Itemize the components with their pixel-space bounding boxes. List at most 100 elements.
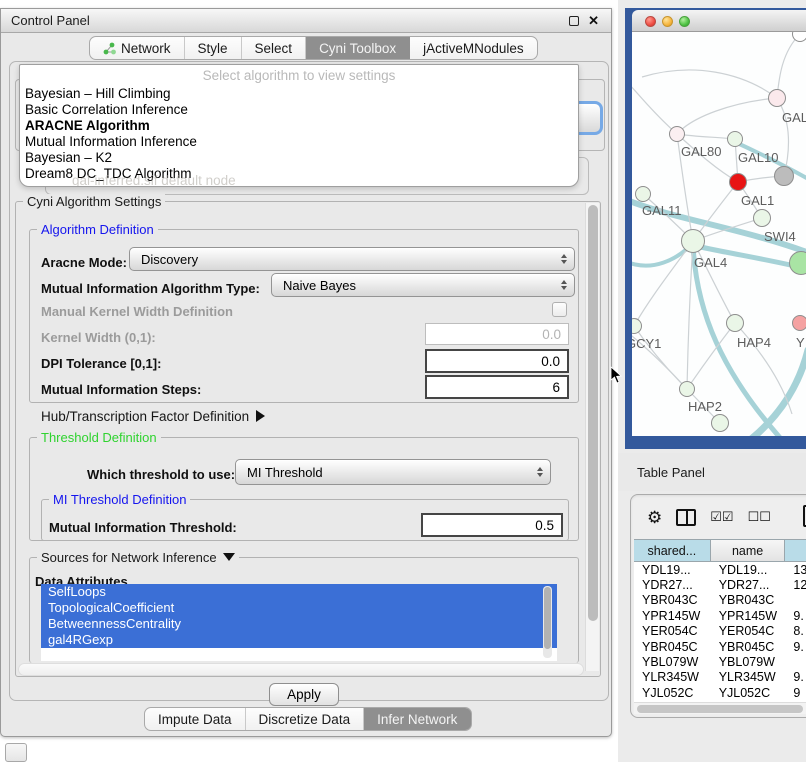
table-row[interactable]: YLR345WYLR345W9. (634, 670, 806, 685)
control-panel-titlebar: Control Panel ✕ (1, 9, 611, 33)
hub-definition-disclosure[interactable]: Hub/Transcription Factor Definition (41, 409, 265, 424)
mi-type-label: Mutual Information Algorithm Type: (41, 281, 260, 296)
dropdown-item[interactable]: Basic Correlation Inference (20, 102, 578, 118)
checked-boxes-icon[interactable]: ☑☑ (710, 509, 733, 525)
table-row[interactable]: YBR045CYBR045C9. (634, 639, 806, 654)
table-panel-title: Table Panel (637, 465, 705, 480)
node-label: GAL80 (681, 144, 721, 159)
table-cell: YDR27... (711, 577, 786, 592)
network-node-gal11[interactable] (635, 186, 651, 202)
dropdown-item[interactable]: ARACNE Algorithm (20, 118, 578, 134)
mi-steps-field[interactable]: 6 (425, 375, 569, 399)
dropdown-item[interactable]: Bayesian – Hill Climbing (20, 86, 578, 102)
tab-style[interactable]: Style (185, 37, 242, 59)
apply-button[interactable]: Apply (269, 683, 339, 706)
which-threshold-combo[interactable]: MI Threshold (235, 459, 551, 485)
aracne-mode-label: Aracne Mode: (41, 255, 127, 270)
zoom-traffic-light-icon[interactable] (679, 16, 690, 27)
tab-infer-network[interactable]: Infer Network (364, 708, 471, 730)
manual-kernel-checkbox[interactable] (552, 302, 567, 317)
tab-discretize-data[interactable]: Discretize Data (246, 708, 365, 730)
table-cell: 9. (785, 670, 806, 685)
network-view-window: GALGAL80GAL10GAL1GAL11SWI4GAL4GCY1HAP4YH… (625, 8, 806, 449)
mi-type-value: Naive Bayes (283, 278, 356, 293)
unchecked-boxes-icon[interactable]: ☐☐ (748, 509, 771, 525)
table-row[interactable]: YBR043CYBR043C (634, 593, 806, 608)
network-node-hap2[interactable] (679, 381, 695, 397)
mi-type-combo[interactable]: Naive Bayes (271, 273, 575, 297)
network-node-swi4[interactable] (753, 209, 771, 227)
mi-threshold-field[interactable]: 0.5 (421, 513, 563, 537)
obscured-combo-text: gal-inferred.sif default node (72, 173, 236, 187)
table-row[interactable]: YDL19...YDL19...13 (634, 562, 806, 577)
table-row[interactable]: YBL079WYBL079W (634, 654, 806, 669)
column-header[interactable]: name (711, 539, 786, 562)
data-attributes-list[interactable]: SelfLoopsTopologicalCoefficientBetweenne… (41, 584, 557, 661)
dropdown-item[interactable]: Bayesian – K2 (20, 150, 578, 166)
attribute-item-selected[interactable]: BetweennessCentrality (41, 616, 557, 632)
tab-impute-data[interactable]: Impute Data (145, 708, 246, 730)
network-node[interactable] (789, 251, 806, 275)
attribute-item-selected[interactable]: SelfLoops (41, 584, 557, 600)
dpi-tolerance-field[interactable]: 0.0 (425, 349, 569, 373)
network-node-gal10[interactable] (727, 131, 743, 147)
table-horizontal-scrollbar[interactable] (634, 702, 806, 714)
table-row[interactable]: YER054CYER054C8. (634, 624, 806, 639)
close-traffic-light-icon[interactable] (645, 16, 656, 27)
network-node-y[interactable] (792, 315, 806, 331)
algorithm-dropdown-popup: Select algorithm to view settings Bayesi… (19, 64, 579, 187)
minimize-traffic-light-icon[interactable] (662, 16, 673, 27)
screen: Control Panel ✕ NetworkStyleSelectCyni T… (0, 0, 806, 762)
network-node[interactable] (711, 414, 729, 432)
mouse-cursor (610, 366, 622, 384)
tab-jactivemnodules[interactable]: jActiveMNodules (410, 37, 537, 59)
network-node-gal4[interactable] (681, 229, 705, 253)
which-threshold-label: Which threshold to use: (87, 467, 235, 482)
network-window-titlebar[interactable] (632, 10, 806, 32)
node-table: shared...name YDL19...YDL19...13YDR27...… (634, 539, 806, 702)
tab-select[interactable]: Select (242, 37, 307, 59)
gear-icon[interactable]: ⚙ (647, 509, 662, 526)
bottom-tab-strip: Impute DataDiscretize DataInfer Network (144, 707, 472, 731)
hub-definition-label: Hub/Transcription Factor Definition (41, 409, 249, 424)
settings-vertical-scrollbar[interactable] (585, 203, 599, 671)
close-icon[interactable]: ✕ (588, 13, 599, 29)
table-row[interactable]: YPR145WYPR145W9. (634, 608, 806, 623)
split-columns-icon[interactable] (676, 509, 696, 526)
node-label: SWI4 (764, 229, 796, 244)
attributes-scrollbar[interactable] (543, 586, 552, 658)
node-label: HAP2 (688, 399, 722, 414)
network-canvas[interactable]: GALGAL80GAL10GAL1GAL11SWI4GAL4GCY1HAP4YH… (632, 32, 806, 436)
dropdown-item[interactable]: Mutual Information Inference (20, 134, 578, 150)
network-icon (103, 42, 116, 55)
table-panel-box: ⚙ ☑☑ ☐☐ shared...name YDL19...YDL19...13… (630, 494, 806, 718)
network-node-gal80[interactable] (669, 126, 685, 142)
table-cell: 13 (785, 562, 806, 577)
network-node-hap4[interactable] (726, 314, 744, 332)
network-node-gal[interactable] (768, 89, 786, 107)
stepper-arrows-icon (537, 467, 543, 477)
dpi-tolerance-value: 0.0 (541, 354, 560, 369)
settings-horizontal-scrollbar[interactable] (18, 663, 584, 676)
mi-threshold-value: 0.5 (535, 518, 554, 533)
which-threshold-value: MI Threshold (247, 465, 323, 480)
table-cell: 8. (785, 624, 806, 639)
network-node-gal1[interactable] (729, 173, 747, 191)
table-row[interactable]: YDR27...YDR27...12 (634, 577, 806, 592)
network-node[interactable] (774, 166, 794, 186)
attribute-item-selected[interactable]: gal4RGexp (41, 632, 557, 648)
tab-network[interactable]: Network (90, 37, 185, 59)
column-header[interactable] (785, 539, 806, 562)
attribute-item-selected[interactable]: TopologicalCoefficient (41, 600, 557, 616)
aracne-mode-combo[interactable]: Discovery (129, 247, 575, 271)
table-cell: YBR045C (711, 639, 786, 654)
table-cell (785, 593, 806, 608)
table-toolbar: ⚙ ☑☑ ☐☐ (631, 495, 806, 539)
kernel-width-field[interactable]: 0.0 (425, 323, 569, 345)
table-row[interactable]: YJL052CYJL052C9 (634, 685, 806, 700)
collapsed-panel-handle[interactable] (5, 743, 27, 762)
stepper-arrows-icon (561, 280, 567, 290)
column-header[interactable]: shared... (634, 539, 711, 562)
tab-cyni-toolbox[interactable]: Cyni Toolbox (306, 37, 410, 59)
float-window-icon[interactable] (569, 16, 579, 26)
